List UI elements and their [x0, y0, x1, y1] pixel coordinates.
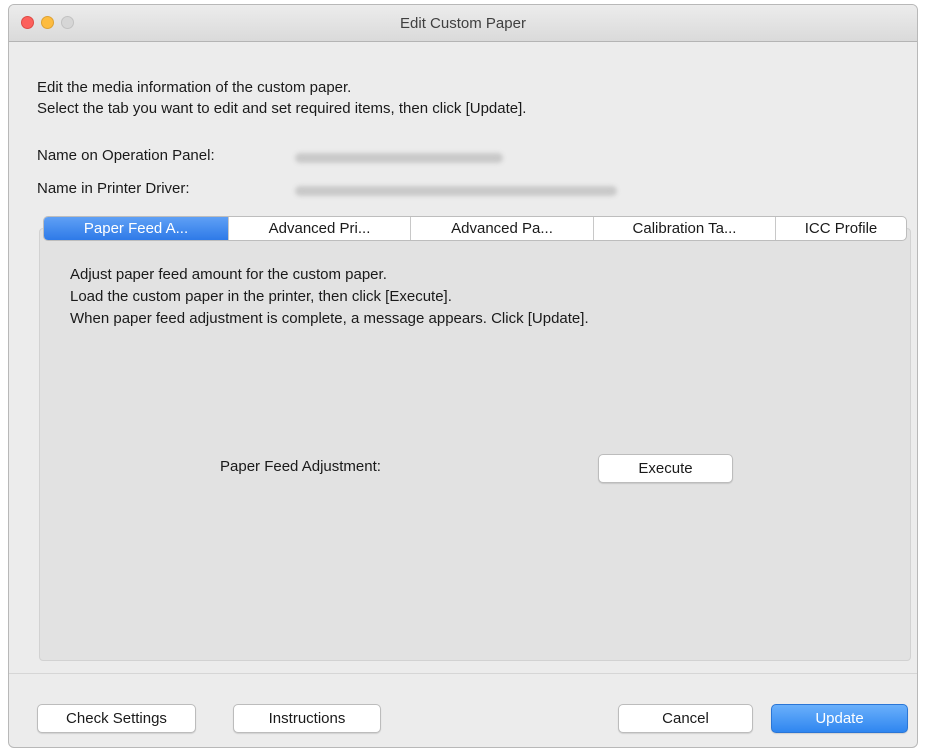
panel-instructions: Adjust paper feed amount for the custom … [70, 264, 589, 330]
operation-panel-name-value [295, 153, 503, 163]
tab-calibration-target[interactable]: Calibration Ta... [594, 217, 776, 240]
panel-line-3: When paper feed adjustment is complete, … [70, 310, 589, 327]
title-bar: Edit Custom Paper [9, 5, 917, 42]
footer-divider [9, 673, 917, 674]
description-line-2: Select the tab you want to edit and set … [37, 100, 527, 117]
printer-driver-name-value [295, 186, 617, 196]
panel-line-1: Adjust paper feed amount for the custom … [70, 266, 387, 283]
panel-line-2: Load the custom paper in the printer, th… [70, 288, 452, 305]
execute-button[interactable]: Execute [598, 454, 733, 483]
tab-advanced-print-settings[interactable]: Advanced Pri... [229, 217, 411, 240]
tab-paper-feed-adjustment[interactable]: Paper Feed A... [44, 217, 229, 240]
tab-icc-profile[interactable]: ICC Profile [776, 217, 906, 240]
tab-advanced-paper-settings[interactable]: Advanced Pa... [411, 217, 594, 240]
description-line-1: Edit the media information of the custom… [37, 79, 352, 96]
window-title: Edit Custom Paper [400, 15, 526, 32]
instructions-button[interactable]: Instructions [233, 704, 381, 733]
tab-panel-paper-feed: Adjust paper feed amount for the custom … [39, 228, 911, 661]
cancel-button[interactable]: Cancel [618, 704, 753, 733]
printer-driver-name-label: Name in Printer Driver: [37, 180, 190, 197]
edit-custom-paper-window: Edit Custom Paper Edit the media informa… [8, 4, 918, 748]
update-button[interactable]: Update [771, 704, 908, 733]
paper-feed-adjustment-label: Paper Feed Adjustment: [220, 458, 381, 475]
tab-bar: Paper Feed A... Advanced Pri... Advanced… [43, 216, 907, 241]
check-settings-button[interactable]: Check Settings [37, 704, 196, 733]
operation-panel-name-label: Name on Operation Panel: [37, 147, 215, 164]
description: Edit the media information of the custom… [37, 77, 526, 119]
